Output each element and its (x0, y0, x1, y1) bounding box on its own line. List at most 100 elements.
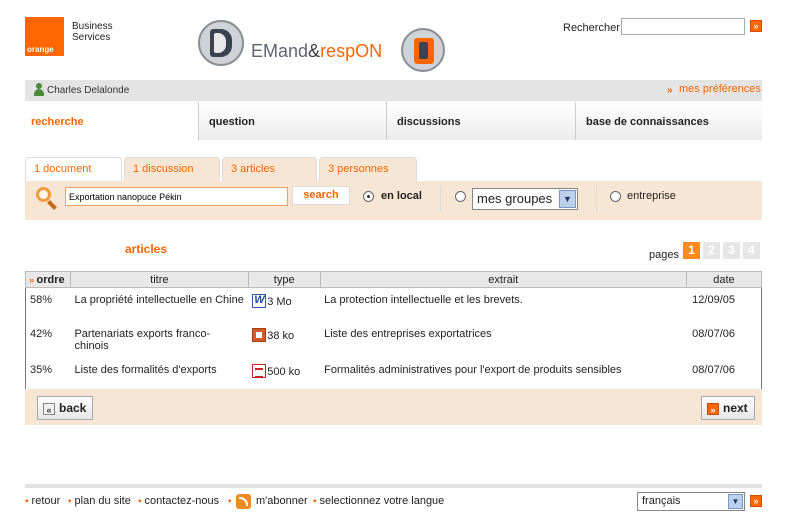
next-arrow-icon: » (707, 403, 719, 415)
col-ordre[interactable]: » ordre (25, 271, 71, 288)
next-label: next (723, 401, 748, 415)
row-date: 12/09/05 (692, 294, 735, 306)
row-date: 08/07/06 (692, 327, 735, 340)
word-doc-icon[interactable] (252, 294, 267, 308)
footer-link-plan[interactable]: ▪ plan du site (68, 495, 131, 507)
prefs-arrow-icon: » (667, 85, 673, 96)
preferences-link[interactable]: mes préférences (679, 83, 761, 95)
app-title: EMand&respON (251, 41, 382, 62)
table-header-row: » ordre titre type extrait date (25, 271, 763, 288)
sort-arrow-icon: » (29, 274, 37, 285)
language-prompt: ▪ selectionnez votre langue (313, 495, 444, 507)
scope-groups-radio[interactable] (455, 191, 466, 202)
row-size: 38 ko (267, 329, 295, 342)
app-title-amp: & (308, 41, 321, 61)
brand-name: Business Services (72, 21, 113, 43)
groups-select[interactable]: mes groupes ▼ (472, 188, 578, 210)
page-1-button[interactable]: 1 (683, 242, 700, 259)
user-name: Charles Delalonde (47, 85, 130, 96)
bullet-icon: ▪ (68, 496, 72, 507)
footer-link-label: contactez-nous (144, 495, 220, 507)
brand-line-1: Business (72, 21, 113, 32)
page-2-button[interactable]: 2 (703, 242, 720, 259)
scope-divider (440, 185, 441, 213)
row-type: 3 Mo (248, 288, 320, 324)
top-search-input[interactable] (621, 18, 745, 35)
bullet-icon: ▪ (228, 496, 232, 507)
top-search-label: Rechercher (563, 22, 620, 34)
orange-logo[interactable]: orange (25, 17, 64, 56)
section-title: articles (125, 242, 168, 256)
back-label: back (59, 401, 87, 415)
bullet-icon: ▪ (138, 496, 142, 507)
result-tab-articles[interactable]: 3 articles (222, 157, 317, 181)
col-type[interactable]: type (247, 271, 321, 288)
nav-tab-recherche[interactable]: recherche (25, 102, 198, 140)
row-ordre: 58% (30, 294, 53, 306)
pdf-doc-icon[interactable] (252, 363, 267, 378)
pages-label: pages (649, 249, 679, 261)
rss-icon[interactable] (236, 494, 251, 509)
app-title-part-1: EMand (251, 41, 309, 61)
language-select-value: français (642, 495, 681, 507)
row-extrait: Liste des entreprises exportatrices (324, 327, 492, 340)
page-3-button[interactable]: 3 (723, 242, 740, 259)
page-4-button[interactable]: 4 (743, 242, 760, 259)
result-tab-documents[interactable]: 1 document (25, 157, 122, 181)
col-ordre-label: ordre (36, 273, 65, 286)
results-table: » ordre titre type extrait date 58% La p… (25, 271, 763, 396)
go-arrow-icon[interactable]: » (750, 495, 762, 507)
logo-wordmark: orange (27, 45, 54, 54)
row-ordre: 42% (30, 327, 53, 340)
ppt-doc-icon[interactable] (252, 327, 267, 342)
language-select[interactable]: français ▼ (637, 492, 745, 511)
footer-link-label: retour (31, 495, 61, 507)
col-date[interactable]: date (685, 271, 763, 288)
col-titre[interactable]: titre (69, 271, 249, 288)
nav-tab-question[interactable]: question (198, 102, 386, 140)
language-prompt-label: selectionnez votre langue (319, 495, 445, 507)
next-button[interactable]: » next (701, 396, 755, 420)
scope-enterprise-label: entreprise (627, 190, 676, 202)
bullet-icon: ▪ (25, 496, 29, 507)
action-bar (25, 389, 762, 425)
footer-link-retour[interactable]: ▪ retour (25, 495, 60, 507)
response-logo-icon (401, 28, 445, 72)
col-extrait[interactable]: extrait (319, 271, 687, 288)
scope-divider (596, 185, 597, 213)
row-type: 38 ko (248, 324, 320, 360)
row-size: 3 Mo (267, 296, 292, 308)
nav-tab-base-connaissances[interactable]: base de connaissances (575, 102, 762, 140)
row-title-link[interactable]: Partenariats exports franco-chinois (70, 324, 248, 360)
scope-local-radio[interactable] (363, 191, 374, 202)
subscribe-link[interactable]: m'abonner (256, 495, 308, 507)
back-button[interactable]: « back (37, 396, 94, 420)
scope-enterprise-radio[interactable] (610, 191, 621, 202)
footer-link-contact[interactable]: ▪ contactez-nous (138, 495, 219, 507)
row-extrait: La protection intellectuelle et les brev… (324, 294, 523, 306)
footer-divider (25, 484, 762, 488)
chevron-down-icon[interactable]: ▼ (728, 494, 743, 509)
go-arrow-icon[interactable]: » (750, 20, 762, 32)
footer-link-label: plan du site (74, 495, 131, 507)
demand-logo-icon (198, 20, 244, 66)
user-icon (33, 83, 45, 96)
brand-line-2: Services (72, 32, 111, 43)
query-input[interactable] (65, 187, 288, 206)
chevron-down-icon[interactable]: ▼ (559, 190, 576, 208)
back-arrow-icon: « (43, 403, 55, 415)
magnifier-icon (34, 185, 58, 210)
bullet-icon: ▪ (313, 496, 317, 507)
footer-rss-bullet: ▪ (228, 495, 235, 507)
search-button[interactable]: search (292, 186, 350, 205)
table-row[interactable]: 58% La propriété intellectuelle en Chine… (26, 288, 762, 324)
main-nav: recherche question discussions base de c… (25, 102, 762, 140)
result-tab-personnes[interactable]: 3 personnes (319, 157, 417, 181)
row-title-link[interactable]: La propriété intellectuelle en Chine (70, 288, 248, 324)
groups-select-value: mes groupes (477, 191, 553, 206)
table-row[interactable]: 42% Partenariats exports franco-chinois … (26, 324, 762, 360)
scope-local-label: en local (381, 190, 422, 202)
user-bar (25, 80, 762, 101)
result-tab-discussions[interactable]: 1 discussion (124, 157, 220, 181)
nav-tab-discussions[interactable]: discussions (386, 102, 575, 140)
